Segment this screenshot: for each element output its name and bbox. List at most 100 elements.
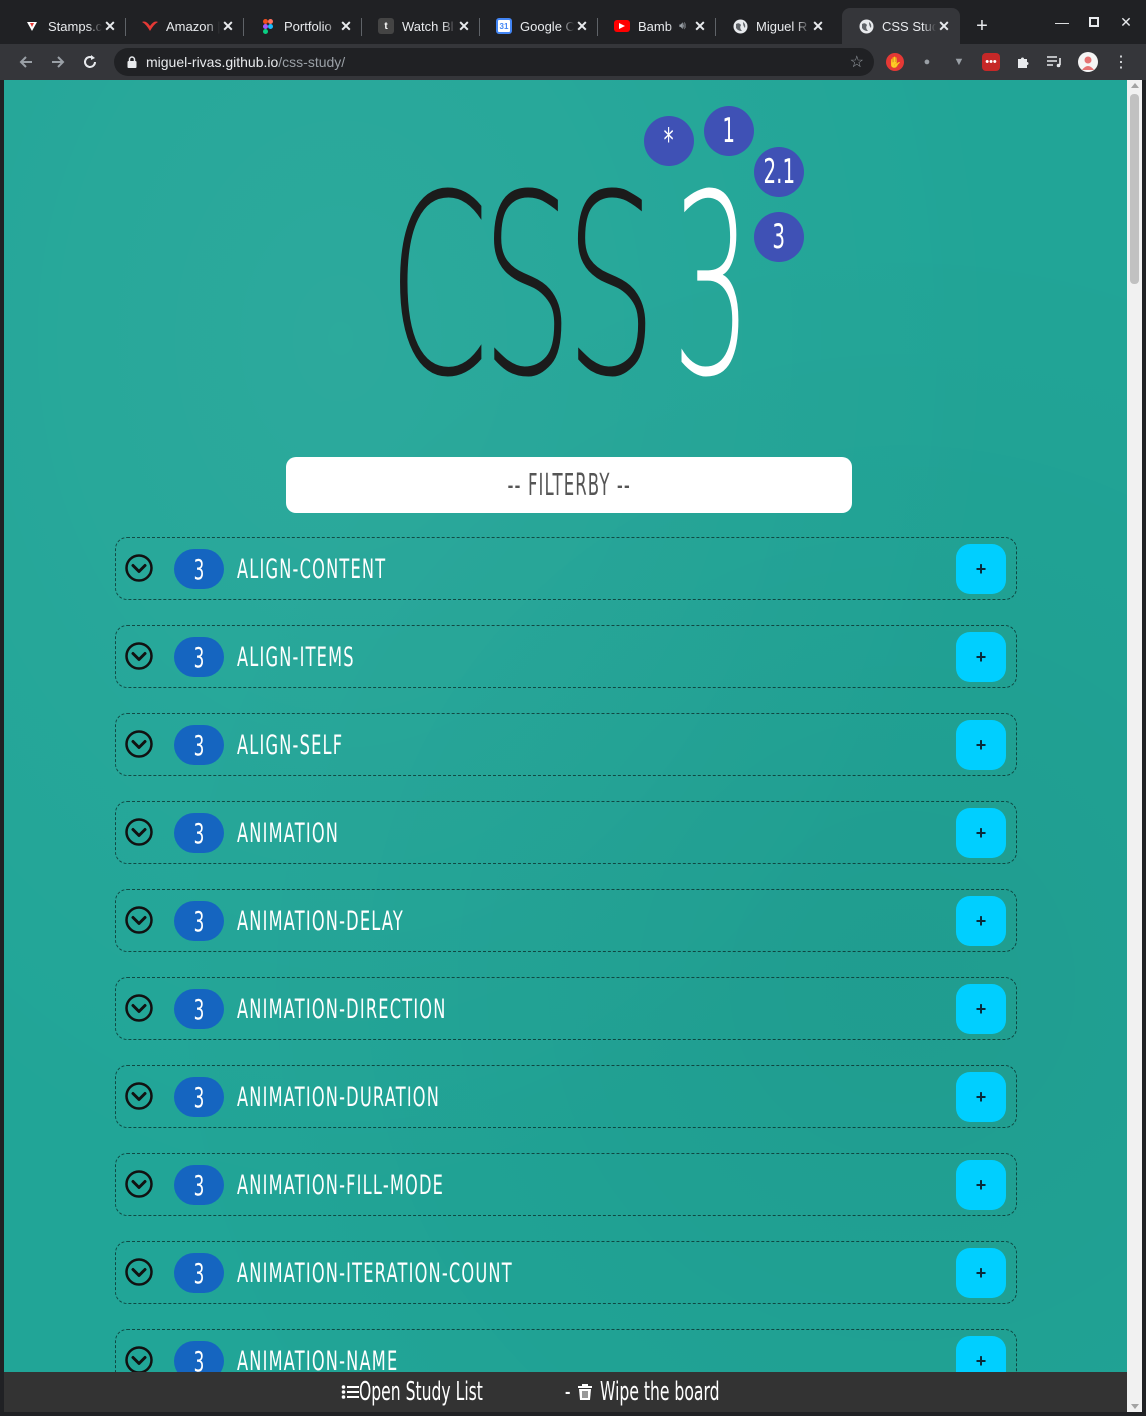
lock-icon [127, 56, 137, 68]
scroll-down-arrow[interactable] [1131, 1404, 1139, 1409]
close-tab-icon[interactable]: ✕ [692, 18, 708, 35]
vue-devtools-icon[interactable]: ▼ [950, 53, 968, 71]
chevron-down-icon[interactable] [124, 993, 154, 1023]
address-bar[interactable]: miguel-rivas.github.io/css-study/ ☆ [114, 48, 874, 76]
version-badge: 3 [174, 1253, 224, 1293]
browser-toolbar: miguel-rivas.github.io/css-study/ ☆ ✋ ● … [0, 44, 1146, 80]
property-name: ANIMATION-NAME [237, 1346, 399, 1372]
media-control-icon[interactable] [1046, 53, 1064, 71]
tab-stamps[interactable]: Stamps.c ✕ [8, 8, 126, 44]
tab-portfolio[interactable]: Portfolio ✕ [244, 8, 362, 44]
add-to-study-list-button[interactable]: + [956, 896, 1006, 946]
close-tab-icon[interactable]: ✕ [936, 18, 952, 35]
property-row[interactable]: 3 ANIMATION-NAME + [115, 1329, 1017, 1372]
page-scrollbar[interactable] [1127, 80, 1142, 1412]
add-to-study-list-button[interactable]: + [956, 984, 1006, 1034]
adblock-extension-icon[interactable]: ✋ [886, 53, 904, 71]
close-tab-icon[interactable]: ✕ [102, 18, 118, 35]
page-viewport: CSS 3 * 1 2.1 3 -- FILTERBY -- 3 ALIGN-CO… [4, 80, 1127, 1372]
add-to-study-list-button[interactable]: + [956, 544, 1006, 594]
open-study-list-button[interactable]: Open Study List [359, 1377, 483, 1407]
close-window-icon[interactable]: ✕ [1112, 10, 1140, 34]
chevron-down-icon[interactable] [124, 1257, 154, 1287]
version-bubble-1[interactable]: 1 [704, 106, 754, 156]
hero-version-number: 3 [672, 141, 752, 432]
add-to-study-list-button[interactable]: + [956, 632, 1006, 682]
property-row[interactable]: 3 ANIMATION-ITERATION-COUNT + [115, 1241, 1017, 1304]
property-row[interactable]: 3 ANIMATION-DIRECTION + [115, 977, 1017, 1040]
tab-miguel[interactable]: Miguel R ✕ [716, 8, 834, 44]
property-row[interactable]: 3 ALIGN-CONTENT + [115, 537, 1017, 600]
property-name: ALIGN-ITEMS [237, 642, 355, 673]
property-row[interactable]: 3 ANIMATION-DELAY + [115, 889, 1017, 952]
property-row[interactable]: 3 ALIGN-SELF + [115, 713, 1017, 776]
profile-avatar[interactable] [1078, 52, 1098, 72]
property-name: ANIMATION-ITERATION-COUNT [237, 1258, 513, 1289]
close-tab-icon[interactable]: ✕ [456, 18, 472, 35]
new-tab-button[interactable]: + [970, 14, 994, 38]
property-name: ANIMATION-DELAY [237, 906, 404, 937]
url-path: /css-study/ [278, 54, 346, 70]
version-bubble-2-1[interactable]: 2.1 [754, 147, 804, 197]
version-badge: 3 [174, 725, 224, 765]
version-badge: 3 [174, 1077, 224, 1117]
amazon-bird-icon [142, 18, 158, 34]
close-tab-icon[interactable]: ✕ [338, 18, 354, 35]
list-icon[interactable] [341, 1383, 359, 1401]
close-tab-icon[interactable]: ✕ [220, 18, 236, 35]
chevron-down-icon[interactable] [124, 1345, 154, 1372]
kebab-menu-icon[interactable]: ⋮ [1112, 53, 1130, 71]
globe-icon [732, 18, 748, 34]
maximize-icon[interactable] [1080, 10, 1108, 34]
reload-icon[interactable] [76, 48, 104, 76]
tab-watch[interactable]: t Watch Bl ✕ [362, 8, 480, 44]
version-bubble-3[interactable]: 3 [754, 212, 804, 262]
speaker-icon[interactable]: 🔊︎ [679, 20, 686, 33]
tab-bamb[interactable]: Bamb 🔊︎ ✕ [598, 8, 716, 44]
add-to-study-list-button[interactable]: + [956, 1248, 1006, 1298]
add-to-study-list-button[interactable]: + [956, 1160, 1006, 1210]
add-to-study-list-button[interactable]: + [956, 720, 1006, 770]
version-badge: 3 [174, 1341, 224, 1372]
chevron-down-icon[interactable] [124, 1169, 154, 1199]
property-row[interactable]: 3 ANIMATION-DURATION + [115, 1065, 1017, 1128]
minimize-icon[interactable]: — [1048, 10, 1076, 34]
figma-icon [260, 18, 276, 34]
add-to-study-list-button[interactable]: + [956, 808, 1006, 858]
scrollbar-thumb[interactable] [1130, 94, 1139, 284]
extension-icon[interactable]: ••• [982, 53, 1000, 71]
tab-google-calendar[interactable]: 31 Google C ✕ [480, 8, 598, 44]
globe-icon [858, 18, 874, 34]
tumblr-icon: t [378, 18, 394, 34]
chevron-down-icon[interactable] [124, 905, 154, 935]
trash-icon[interactable] [576, 1383, 594, 1401]
close-tab-icon[interactable]: ✕ [810, 18, 826, 35]
version-badge: 3 [174, 637, 224, 677]
chevron-down-icon[interactable] [124, 553, 154, 583]
property-row[interactable]: 3 ALIGN-ITEMS + [115, 625, 1017, 688]
add-to-study-list-button[interactable]: + [956, 1072, 1006, 1122]
add-to-study-list-button[interactable]: + [956, 1336, 1006, 1372]
url-host: miguel-rivas.github.io [146, 54, 279, 70]
filter-by-dropdown[interactable]: -- FILTERBY -- [286, 457, 852, 513]
stamps-icon [24, 18, 40, 34]
chevron-down-icon[interactable] [124, 729, 154, 759]
property-row[interactable]: 3 ANIMATION + [115, 801, 1017, 864]
puzzle-extensions-icon[interactable] [1014, 53, 1032, 71]
tab-amazon[interactable]: Amazon | ✕ [126, 8, 244, 44]
tab-css-study[interactable]: CSS Stud ✕ [842, 8, 960, 44]
property-row[interactable]: 3 ANIMATION-FILL-MODE + [115, 1153, 1017, 1216]
chevron-down-icon[interactable] [124, 641, 154, 671]
back-icon[interactable] [12, 48, 40, 76]
chevron-down-icon[interactable] [124, 817, 154, 847]
scroll-up-arrow[interactable] [1131, 83, 1139, 88]
mouse-extension-icon[interactable]: ● [918, 53, 936, 71]
chevron-down-icon[interactable] [124, 1081, 154, 1111]
forward-icon[interactable] [44, 48, 72, 76]
wipe-the-board-button[interactable]: Wipe the board [600, 1377, 719, 1407]
bookmark-star-icon[interactable]: ☆ [850, 52, 864, 72]
property-name: ANIMATION-DIRECTION [237, 994, 447, 1025]
version-bubble-all[interactable]: * [644, 116, 694, 166]
close-tab-icon[interactable]: ✕ [574, 18, 590, 35]
youtube-icon [614, 20, 630, 32]
